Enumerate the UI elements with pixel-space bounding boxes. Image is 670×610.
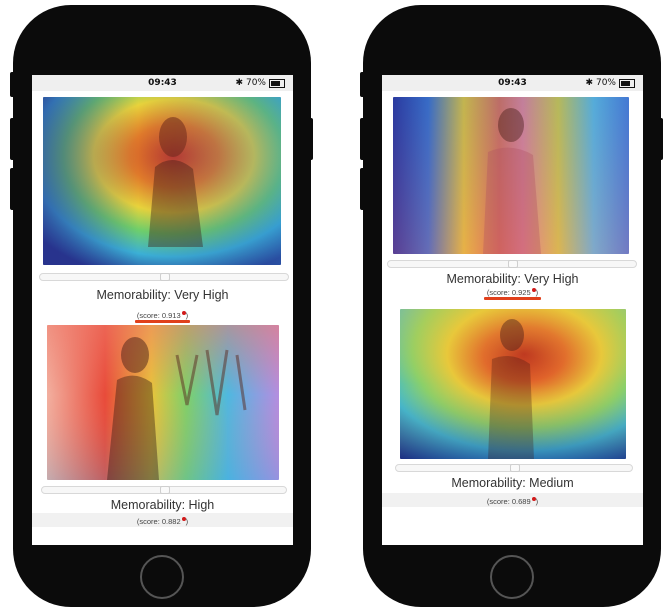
phone-left: 09:43 ✱ 70% Memorability: Very High (sco…: [13, 5, 311, 607]
result-card: Memorability: Very High: [32, 91, 293, 311]
status-bar: 09:43 ✱ 70%: [382, 75, 643, 91]
heatmap-image[interactable]: [43, 97, 281, 265]
score-text: (score: 0.882): [136, 517, 189, 526]
memorability-slider[interactable]: [395, 464, 633, 472]
memorability-slider[interactable]: [41, 486, 287, 494]
bluetooth-icon: ✱: [585, 78, 593, 88]
score-highlight: [135, 320, 190, 323]
memorability-label: Memorability: High: [110, 498, 215, 512]
score-highlight: [484, 297, 541, 300]
phone-screen: 09:43 ✱ 70% Memorability: Very High (sco…: [32, 75, 293, 545]
status-right: ✱ 70%: [235, 78, 285, 88]
heatmap-svg: [43, 97, 281, 265]
heatmap-svg: [400, 309, 626, 459]
memorability-label: Memorability: Very High: [446, 272, 579, 286]
heatmap-svg: [393, 97, 629, 254]
heatmap-image[interactable]: [393, 97, 629, 254]
phone-right: 09:43 ✱ 70% Memorability: Very High (sco…: [363, 5, 661, 607]
battery-icon: [269, 78, 285, 88]
battery-percentage: 70%: [595, 78, 616, 88]
home-button[interactable]: [490, 555, 534, 599]
score-value: (score: 0.882: [136, 517, 181, 526]
memorability-slider[interactable]: [39, 273, 289, 281]
result-card: Memorability: High (score: 0.882): [32, 325, 293, 545]
memorability-label: Memorability: Medium: [451, 476, 574, 490]
bluetooth-icon: ✱: [235, 78, 243, 88]
home-button[interactable]: [140, 555, 184, 599]
score-text: (score: 0.925): [486, 288, 539, 297]
heatmap-svg: [47, 325, 279, 480]
heatmap-image[interactable]: [400, 309, 626, 459]
heatmap-image[interactable]: [47, 325, 279, 480]
battery-icon: [619, 78, 635, 88]
phone-screen: 09:43 ✱ 70% Memorability: Very High (sco…: [382, 75, 643, 545]
score-value: (score: 0.689: [486, 497, 531, 506]
status-right: ✱ 70%: [585, 78, 635, 88]
memorability-label: Memorability: Very High: [96, 288, 229, 302]
memorability-slider[interactable]: [387, 260, 637, 268]
score-text: (score: 0.913): [136, 311, 189, 320]
slider-knob[interactable]: [508, 260, 518, 268]
score-value: (score: 0.925: [486, 288, 531, 297]
slider-knob[interactable]: [160, 486, 170, 494]
status-bar: 09:43 ✱ 70%: [32, 75, 293, 91]
result-card: Memorability: Medium (score: 0.689): [382, 307, 643, 527]
slider-knob[interactable]: [510, 464, 520, 472]
battery-percentage: 70%: [245, 78, 266, 88]
score-text: (score: 0.689): [486, 497, 539, 506]
score-value: (score: 0.913: [136, 311, 181, 320]
result-card: Memorability: Very High: [382, 91, 643, 301]
slider-knob[interactable]: [160, 273, 170, 281]
